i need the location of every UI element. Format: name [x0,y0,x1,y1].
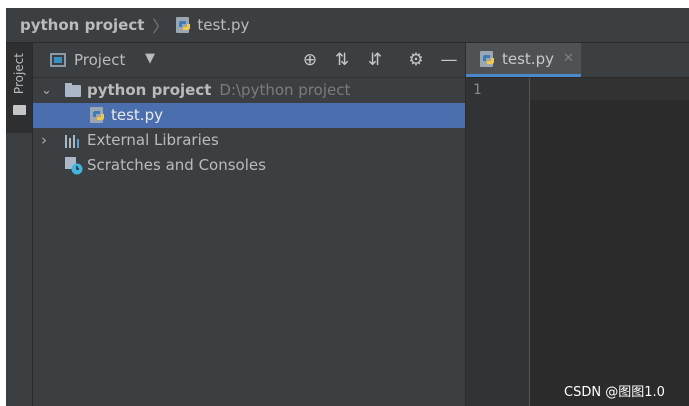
editor-tab-label: test.py [502,49,554,68]
breadcrumb: python project 〉 test.py [6,8,689,43]
project-path: D:\python project [219,81,351,99]
project-panel: Project ▼ ⊕ ⇅ ⇵ ⚙ — ⌄ python project D:\p… [33,43,466,406]
tree-scratches-label: Scratches and Consoles [87,156,266,174]
ide-window: python project 〉 test.py Project Project… [6,8,689,406]
expand-all-icon[interactable]: ⇅ [331,49,353,71]
editor-tab-test-py[interactable]: test.py ✕ [466,43,581,77]
breadcrumb-separator: 〉 [152,17,169,36]
close-icon[interactable]: ✕ [563,51,574,66]
expand-arrow-icon[interactable]: ⌄ [41,78,55,103]
python-file-icon [480,50,494,67]
left-tool-strip: Project [6,43,33,406]
chevron-right-icon[interactable]: › [41,128,55,153]
chevron-down-icon[interactable]: ▼ [145,51,155,66]
libraries-icon [65,135,81,148]
collapse-all-icon[interactable]: ⇵ [364,49,386,71]
line-number: 1 [473,82,482,98]
code-editor-current-line[interactable] [530,78,689,100]
python-file-icon [176,17,191,33]
project-view-icon [50,53,66,67]
breadcrumb-file[interactable]: test.py [176,16,249,34]
tree-libs-row[interactable]: › External Libraries [33,128,465,153]
folder-icon [13,105,26,115]
tree-scratches-row[interactable]: Scratches and Consoles [33,153,465,178]
tree-file-label: test.py [111,106,163,124]
folder-icon [65,83,81,97]
project-tree: ⌄ python project D:\python project test.p… [33,78,465,178]
editor-tab-bar: test.py ✕ [466,43,689,77]
tree-root-label: python project D:\python project [87,78,350,103]
breadcrumb-project[interactable]: python project [20,16,144,34]
hide-icon[interactable]: — [438,49,460,71]
project-tool-label: Project [12,53,26,95]
tree-root-row[interactable]: ⌄ python project D:\python project [33,78,465,103]
tree-libs-label: External Libraries [87,131,219,149]
line-number-gutter: 1 [466,78,530,406]
tree-file-row[interactable]: test.py [33,103,465,128]
project-panel-header: Project ▼ ⊕ ⇅ ⇵ ⚙ — [33,43,465,78]
locate-icon[interactable]: ⊕ [299,49,321,71]
python-file-icon [90,107,104,123]
watermark: CSDN @图图1.0 [564,385,665,400]
project-panel-title[interactable]: Project [74,51,125,69]
project-name: python project [87,81,212,99]
scratches-icon [65,157,83,175]
breadcrumb-file-label: test.py [197,16,250,34]
gear-icon[interactable]: ⚙ [405,49,427,71]
project-tool-tab[interactable]: Project [6,43,32,133]
editor-area: test.py ✕ 1 [466,43,689,406]
